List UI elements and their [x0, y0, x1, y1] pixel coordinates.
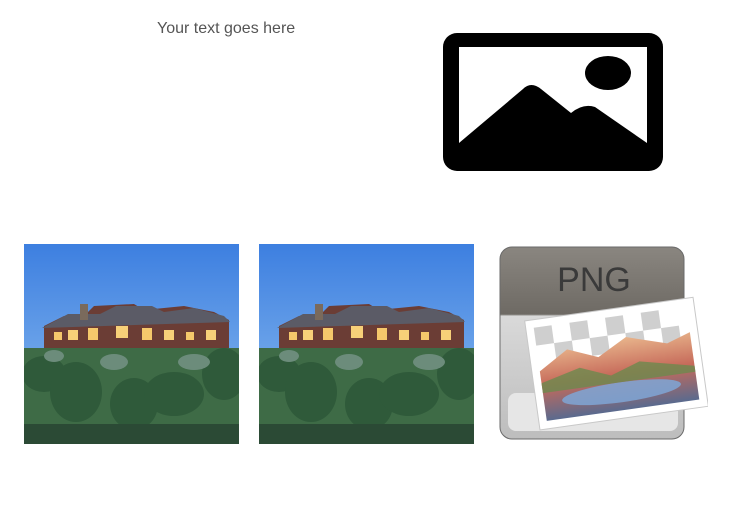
image-placeholder-icon[interactable]: [443, 33, 663, 171]
png-file-icon[interactable]: PNG: [498, 243, 708, 443]
file-type-label: PNG: [557, 261, 631, 299]
house-photo[interactable]: [259, 244, 474, 444]
text-box[interactable]: Your text goes here: [157, 20, 295, 38]
house-photo[interactable]: [24, 244, 239, 444]
